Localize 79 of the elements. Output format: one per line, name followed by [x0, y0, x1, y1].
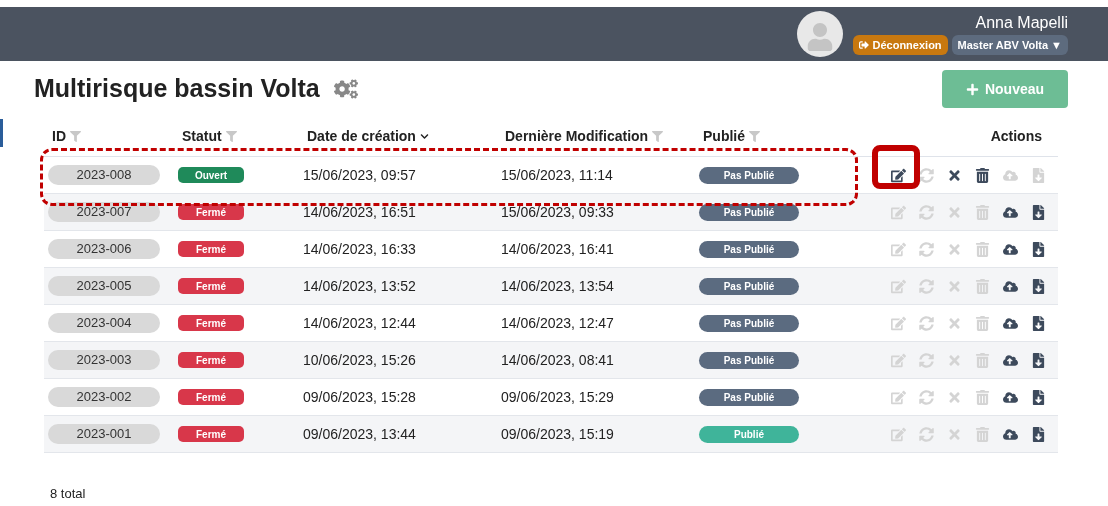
table-cell: 14/06/2023, 16:51 — [303, 204, 416, 220]
file-download-icon[interactable] — [1030, 278, 1046, 294]
table-cell: 14/06/2023, 12:44 — [303, 315, 416, 331]
filter-icon[interactable] — [70, 131, 81, 142]
table-cell: 10/06/2023, 15:26 — [303, 352, 416, 368]
highlight-box — [872, 145, 920, 189]
table-row[interactable]: 2023-001 Fermé 09/06/2023, 13:44 09/06/2023, 15:19 Publié — [44, 416, 1058, 453]
file-download-icon[interactable] — [1030, 426, 1046, 442]
id-pill: 2023-001 — [48, 424, 160, 444]
id-pill: 2023-005 — [48, 276, 160, 296]
table-cell: 09/06/2023, 15:29 — [501, 389, 614, 405]
column-header[interactable]: Statut — [182, 126, 222, 147]
table-cell: 14/06/2023, 13:52 — [303, 278, 416, 294]
cloud-upload-icon[interactable] — [1002, 278, 1018, 294]
published-badge: Publié — [699, 425, 799, 443]
id-pill: 2023-003 — [48, 350, 160, 370]
table-cell: 09/06/2023, 15:28 — [303, 389, 416, 405]
plus-icon — [965, 82, 979, 96]
column-header[interactable]: Date de création — [307, 126, 416, 147]
file-download-icon[interactable] — [1030, 241, 1046, 257]
table-cell: 14/06/2023, 16:33 — [303, 241, 416, 257]
avatar-icon[interactable] — [796, 11, 843, 57]
table-row[interactable]: 2023-003 Fermé 10/06/2023, 15:26 14/06/2023, 08:41 Pas Publié — [44, 342, 1058, 379]
table-cell: 14/06/2023, 08:41 — [501, 352, 614, 368]
table-cell: 14/06/2023, 13:54 — [501, 278, 614, 294]
column-header[interactable]: Publié — [703, 126, 745, 147]
id-pill: 2023-007 — [48, 202, 160, 222]
table-cell: 15/06/2023, 11:14 — [501, 167, 613, 183]
published-badge: Pas Publié — [699, 314, 799, 332]
edit-icon[interactable] — [890, 167, 906, 183]
logout-icon — [858, 40, 869, 50]
column-header[interactable]: Dernière Modification — [505, 126, 649, 147]
status-badge: Fermé — [178, 204, 244, 220]
trash-icon[interactable] — [974, 167, 990, 183]
id-pill: 2023-002 — [48, 387, 160, 407]
filter-icon[interactable] — [652, 131, 664, 142]
status-badge: Fermé — [178, 426, 244, 442]
file-download-icon[interactable] — [1030, 389, 1046, 405]
account-dropdown[interactable]: Master ABV Volta ▼ — [951, 35, 1068, 55]
file-download-icon[interactable] — [1030, 352, 1046, 368]
user-name: Anna Mapelli — [975, 13, 1068, 33]
status-badge: Fermé — [178, 241, 244, 257]
cloud-upload-icon[interactable] — [1002, 204, 1018, 220]
status-badge: Fermé — [178, 352, 244, 368]
id-pill: 2023-006 — [48, 239, 160, 259]
status-badge: Ouvert — [178, 167, 244, 183]
published-badge: Pas Publié — [699, 166, 799, 184]
cloud-upload-icon[interactable] — [1002, 315, 1018, 331]
table-cell: 15/06/2023, 09:33 — [501, 204, 614, 220]
published-badge: Pas Publié — [699, 240, 799, 258]
column-header[interactable]: ID — [52, 126, 66, 147]
cloud-upload-icon[interactable] — [1002, 352, 1018, 368]
filter-icon[interactable] — [225, 131, 237, 142]
id-pill: 2023-008 — [48, 165, 160, 185]
column-header[interactable]: Actions — [990, 126, 1042, 147]
table-cell: 09/06/2023, 15:19 — [501, 426, 614, 442]
table-cell: 14/06/2023, 16:41 — [501, 241, 614, 257]
cloud-upload-icon[interactable] — [1002, 389, 1018, 405]
total-count: 8 total — [50, 486, 86, 501]
table-cell: 09/06/2023, 13:44 — [303, 426, 416, 442]
file-download-icon[interactable] — [1030, 204, 1046, 220]
published-badge: Pas Publié — [699, 351, 799, 369]
published-badge: Pas Publié — [699, 277, 799, 295]
file-download-icon[interactable] — [1030, 315, 1046, 331]
table-row[interactable]: 2023-007 Fermé 14/06/2023, 16:51 15/06/2023, 09:33 Pas Publié — [44, 194, 1058, 231]
cloud-upload-icon[interactable] — [1002, 241, 1018, 257]
settings-icon[interactable] — [333, 77, 358, 101]
table-row[interactable]: 2023-005 Fermé 14/06/2023, 13:52 14/06/2023, 13:54 Pas Publié — [44, 268, 1058, 305]
status-badge: Fermé — [178, 278, 244, 294]
id-pill: 2023-004 — [48, 313, 160, 333]
cloud-upload-icon[interactable] — [1002, 426, 1018, 442]
status-badge: Fermé — [178, 389, 244, 405]
status-badge: Fermé — [178, 315, 244, 331]
page-title: Multirisque bassin Volta — [34, 73, 320, 105]
table-cell: 14/06/2023, 12:47 — [501, 315, 614, 331]
filter-icon[interactable] — [749, 131, 760, 142]
table-cell: 15/06/2023, 09:57 — [303, 167, 416, 183]
sort-icon[interactable] — [419, 132, 429, 141]
published-badge: Pas Publié — [699, 388, 799, 406]
